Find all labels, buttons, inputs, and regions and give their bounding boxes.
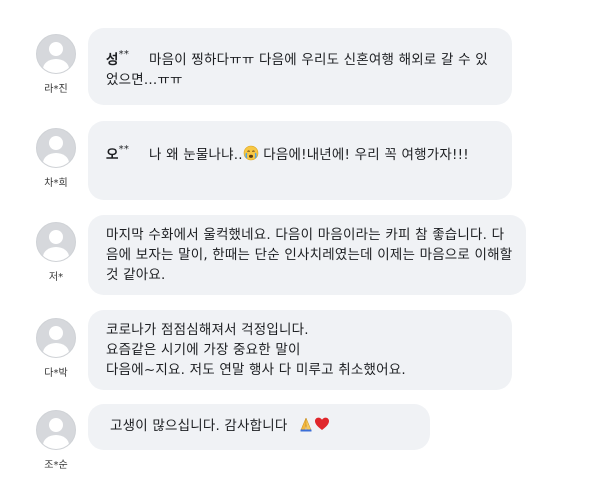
comment-text-line: 다음에~지요. 저도 연말 행사 다 미루고 취소했어요.: [106, 362, 406, 378]
author-label[interactable]: 차*희: [30, 174, 82, 189]
comment-bubble: 마지막 수화에서 울컥했네요. 다음이 마음이라는 카피 참 좋습니다. 다음에…: [88, 215, 526, 295]
comment-text-part2: 다음에!내년에! 우리 꼭 여행가자!!!: [263, 147, 469, 163]
avatar-head-shape: [49, 230, 63, 244]
author-label[interactable]: 다*박: [30, 364, 82, 379]
commenter-name-mask: **: [118, 49, 130, 60]
avatar-column: 저*: [36, 222, 76, 283]
avatar-head-shape: [49, 136, 63, 150]
commenter-name-text: 오: [106, 147, 119, 163]
avatar-shoulders-shape: [43, 435, 69, 449]
crying-face-icon: [243, 145, 259, 167]
commenter-name-mask: **: [118, 144, 130, 155]
comment-bubble: 고생이 많으십니다. 감사합니다: [88, 404, 430, 450]
comment-text-line: 요즘같은 시기에 가장 중요한 말이: [106, 342, 301, 358]
comment-text-part1: 나 왜 눈물나냐..: [149, 147, 243, 163]
avatar-head-shape: [49, 418, 63, 432]
avatar-column: 라*진: [36, 34, 76, 95]
comment-text: 마음이 찡하다ㅠㅠ 다음에 우리도 신혼여행 해외로 갈 수 있었으면...ㅠㅠ: [106, 52, 488, 88]
author-label[interactable]: 저*: [30, 268, 82, 283]
avatar-head-shape: [49, 42, 63, 56]
commenter-name-text: 성: [106, 52, 119, 68]
comment-bubble: 코로나가 점점심해져서 걱정입니다. 요즘같은 시기에 가장 중요한 말이 다음…: [88, 310, 512, 390]
avatar[interactable]: [36, 318, 76, 358]
avatar-column: 조*순: [36, 410, 76, 471]
avatar-column: 다*박: [36, 318, 76, 379]
avatar[interactable]: [36, 128, 76, 168]
avatar-shoulders-shape: [43, 59, 69, 73]
avatar-shoulders-shape: [43, 247, 69, 261]
commenter-name[interactable]: 오**: [106, 144, 130, 163]
avatar-head-shape: [49, 326, 63, 340]
comment-text: 고생이 많으십니다. 감사합니다: [110, 418, 288, 434]
avatar-column: 차*희: [36, 128, 76, 189]
comment-bubble: 성** 마음이 찡하다ㅠㅠ 다음에 우리도 신혼여행 해외로 갈 수 있었으면..…: [88, 28, 512, 105]
avatar-shoulders-shape: [43, 343, 69, 357]
comment-text-line: 코로나가 점점심해져서 걱정입니다.: [106, 322, 309, 338]
folded-hands-icon: [298, 416, 314, 438]
author-label[interactable]: 라*진: [30, 80, 82, 95]
comment-bubble: 오** 나 왜 눈물나냐.. 다음에!내년에! 우리 꼭 여행가자!!!: [88, 121, 512, 200]
avatar-shoulders-shape: [43, 153, 69, 167]
red-heart-icon: [314, 416, 330, 438]
avatar[interactable]: [36, 410, 76, 450]
avatar[interactable]: [36, 34, 76, 74]
author-label[interactable]: 조*순: [30, 456, 82, 471]
comment-text: 마지막 수화에서 울컥했네요. 다음이 마음이라는 카피 참 좋습니다. 다음에…: [106, 227, 513, 283]
avatar[interactable]: [36, 222, 76, 262]
commenter-name[interactable]: 성**: [106, 49, 130, 68]
